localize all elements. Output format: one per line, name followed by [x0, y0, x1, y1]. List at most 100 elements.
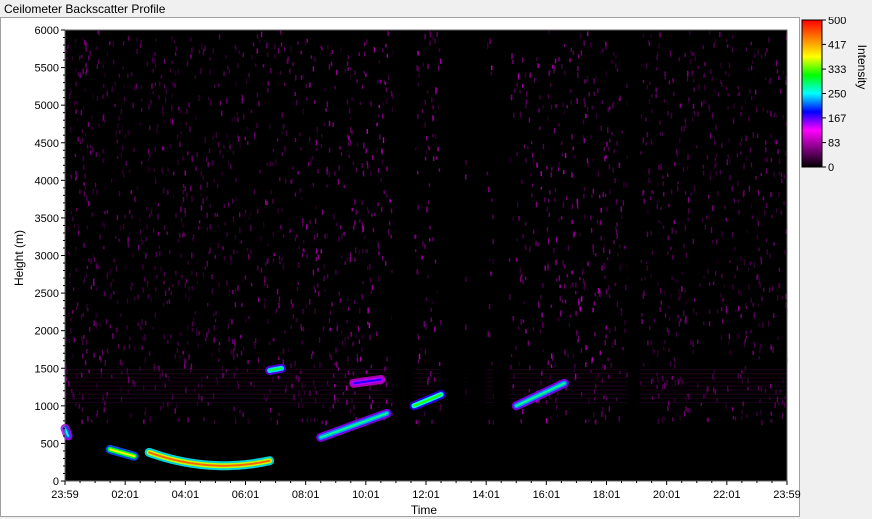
noise-speck — [768, 287, 771, 293]
noise-speck — [649, 325, 651, 330]
noise-speck — [430, 317, 432, 323]
noise-speck — [564, 283, 566, 289]
noise-speck — [301, 418, 304, 423]
noise-speck — [300, 323, 302, 329]
noise-speck — [213, 313, 215, 317]
noise-speck — [355, 209, 357, 215]
noise-speck — [190, 37, 192, 42]
noise-speck — [234, 418, 237, 425]
noise-speck — [277, 208, 279, 215]
y-tick-label: 3000 — [35, 251, 59, 263]
noise-speck — [278, 302, 280, 309]
noise-speck — [151, 83, 153, 89]
noise-speck — [549, 374, 552, 381]
noise-speck — [488, 186, 490, 193]
noise-speck — [82, 36, 84, 42]
noise-speck — [611, 131, 613, 136]
noise-speck — [658, 42, 660, 49]
noise-speck — [646, 85, 648, 90]
noise-speck — [115, 129, 117, 134]
noise-speck — [438, 168, 441, 172]
noise-speck — [81, 129, 84, 134]
noise-speck — [347, 296, 349, 302]
noise-speck — [523, 301, 525, 305]
noise-speck — [678, 321, 680, 327]
noise-speck — [745, 135, 747, 142]
noise-speck — [596, 295, 599, 301]
noise-speck — [509, 294, 511, 300]
noise-speck — [75, 81, 77, 87]
noise-speck — [73, 101, 76, 106]
noise-speck — [611, 60, 613, 64]
noise-speck — [272, 337, 274, 342]
noise-speck — [784, 151, 787, 157]
noise-speck — [266, 201, 268, 206]
noise-speck — [692, 52, 694, 56]
noise-speck — [693, 298, 696, 302]
noise-speck — [605, 288, 608, 295]
noise-speck — [754, 89, 757, 95]
noise-speck — [179, 141, 181, 148]
noise-speck — [548, 212, 550, 217]
noise-speck — [600, 125, 602, 131]
noise-speck — [692, 103, 695, 109]
noise-speck — [79, 74, 81, 79]
noise-speck — [604, 339, 606, 346]
noise-speck — [80, 109, 82, 116]
noise-speck — [362, 248, 364, 254]
noise-speck — [122, 173, 125, 178]
noise-speck — [736, 265, 739, 271]
noise-speck — [302, 326, 305, 332]
noise-speck — [389, 199, 391, 203]
noise-speck — [360, 356, 362, 362]
noise-speck — [141, 239, 144, 246]
noise-speck — [390, 315, 393, 321]
noise-speck — [286, 130, 288, 136]
noise-speck — [367, 307, 369, 314]
noise-speck — [254, 338, 257, 344]
noise-speck — [750, 162, 753, 168]
noise-speck — [243, 114, 245, 120]
noise-speck — [660, 300, 663, 305]
noise-speck — [233, 249, 235, 255]
noise-speck — [583, 286, 586, 291]
noise-speck — [361, 335, 364, 340]
noise-speck — [191, 285, 193, 291]
noise-speck — [545, 417, 548, 424]
noise-speck — [71, 388, 73, 394]
noise-speck — [369, 334, 371, 340]
noise-speck — [169, 249, 171, 255]
noise-speck — [226, 280, 228, 287]
noise-speck — [751, 215, 754, 220]
chart-svg: 0500100015002000250030003500400045005000… — [12, 25, 801, 517]
noise-speck — [729, 259, 731, 264]
noise-speck — [491, 361, 493, 366]
noise-speck — [191, 252, 193, 259]
noise-speck — [317, 254, 319, 260]
noise-speck — [191, 321, 194, 327]
noise-speck — [328, 120, 331, 127]
noise-speck — [563, 70, 566, 75]
noise-speck — [614, 178, 616, 184]
noise-speck — [382, 113, 384, 119]
noise-speck — [740, 151, 742, 155]
noise-speck — [328, 171, 330, 178]
noise-speck — [744, 338, 746, 343]
noise-speck — [762, 107, 764, 113]
noise-speck — [371, 284, 374, 291]
noise-speck — [734, 309, 737, 313]
noise-speck — [594, 420, 596, 424]
noise-speck — [273, 252, 275, 257]
noise-speck — [179, 355, 181, 359]
noise-speck — [163, 58, 166, 64]
noise-speck — [94, 182, 97, 188]
noise-speck — [778, 192, 780, 198]
noise-speck — [713, 140, 716, 146]
noise-speck — [767, 320, 770, 327]
noise-speck — [174, 353, 177, 359]
noise-speck — [604, 193, 607, 197]
noise-speck — [141, 319, 143, 325]
noise-speck — [703, 321, 705, 326]
noise-speck — [725, 402, 727, 409]
noise-speck — [196, 280, 199, 285]
